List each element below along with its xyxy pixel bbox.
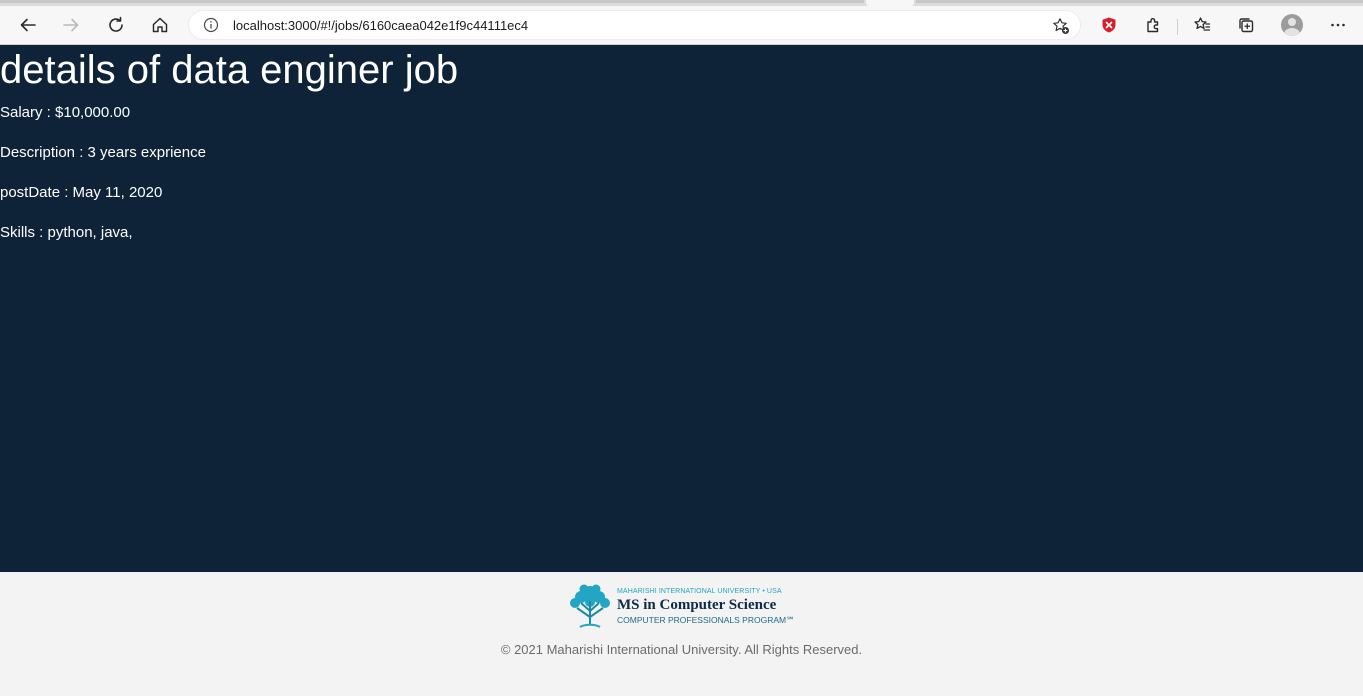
logo-university-line: MAHARISHI INTERNATIONAL UNIVERSITY • USA xyxy=(617,587,782,595)
page-title: details of data enginer job xyxy=(0,48,459,92)
inactive-tabs[interactable] xyxy=(0,0,864,3)
tree-logo-icon xyxy=(570,584,610,628)
refresh-icon xyxy=(109,16,123,32)
more-menu-icon xyxy=(1331,23,1345,27)
address-bar[interactable]: localhost:3000/#!/jobs/6160caea042e1f9c4… xyxy=(188,10,1081,40)
home-icon xyxy=(152,17,168,33)
page-footer: MAHARISHI INTERNATIONAL UNIVERSITY • USA… xyxy=(0,572,1363,696)
profile-button[interactable] xyxy=(1280,13,1304,37)
info-icon[interactable] xyxy=(203,17,219,33)
forward-arrow-icon xyxy=(63,18,79,32)
refresh-button[interactable] xyxy=(100,9,132,41)
copyright-text: © 2021 Maharishi International Universit… xyxy=(500,642,863,657)
logo-text: MAHARISHI INTERNATIONAL UNIVERSITY • USA… xyxy=(617,588,795,625)
job-details-section: details of data enginer job Salary : $10… xyxy=(0,45,1363,572)
favorites-icon xyxy=(1194,17,1211,31)
more-menu-button[interactable] xyxy=(1326,13,1350,37)
back-arrow-icon xyxy=(20,18,36,32)
home-button[interactable] xyxy=(144,9,176,41)
post-date-text: postDate : May 11, 2020 xyxy=(0,184,163,201)
profile-avatar-icon xyxy=(1281,14,1303,36)
add-favorite-icon[interactable] xyxy=(1052,17,1070,35)
url-text[interactable]: localhost:3000/#!/jobs/6160caea042e1f9c4… xyxy=(233,18,528,33)
shield-icon xyxy=(1102,17,1116,33)
shield-button[interactable] xyxy=(1097,13,1121,37)
salary-text: Salary : $10,000.00 xyxy=(0,104,131,121)
logo-program-title: MS in Computer Science xyxy=(617,596,777,613)
collections-icon xyxy=(1239,18,1254,33)
university-logo[interactable]: MAHARISHI INTERNATIONAL UNIVERSITY • USA… xyxy=(565,580,805,632)
web-page: details of data enginer job Salary : $10… xyxy=(0,45,1363,696)
forward-button[interactable] xyxy=(55,9,87,41)
favorites-button[interactable] xyxy=(1190,13,1214,37)
extensions-icon xyxy=(1147,18,1159,33)
browser-toolbar: localhost:3000/#!/jobs/6160caea042e1f9c4… xyxy=(0,6,1363,45)
extensions-button[interactable] xyxy=(1141,13,1165,37)
logo-program-subtitle: COMPUTER PROFESSIONALS PROGRAM℠ xyxy=(617,614,795,625)
toolbar-divider xyxy=(1177,19,1178,35)
description-text: Description : 3 years exprience xyxy=(0,144,206,161)
skills-text: Skills : python, java, xyxy=(0,224,133,241)
collections-button[interactable] xyxy=(1234,13,1258,37)
inactive-tabs-right[interactable] xyxy=(916,0,1363,3)
back-button[interactable] xyxy=(12,9,44,41)
